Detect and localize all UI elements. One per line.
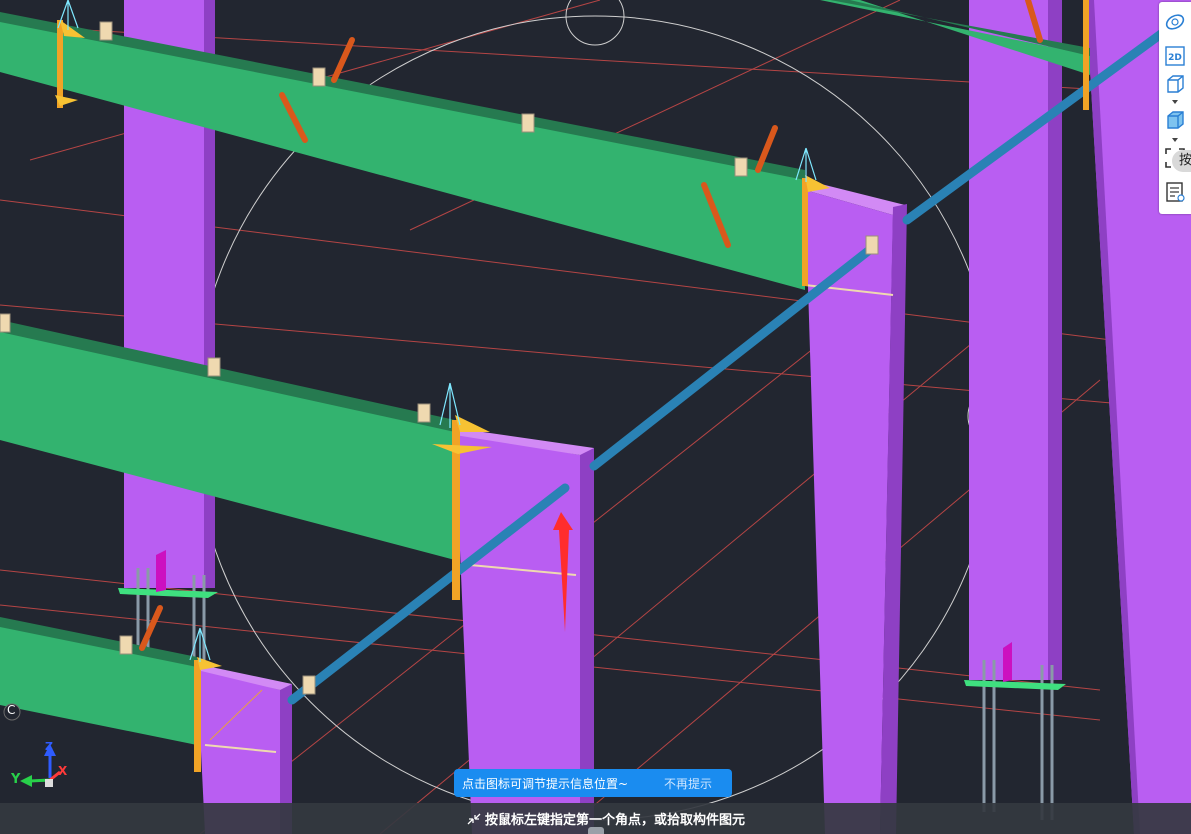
axis-z-label: Z [45, 740, 53, 753]
command-prompt: 按鼠标左键指定第一个角点，或拾取构件图元 [466, 809, 745, 828]
shaded-cube-icon[interactable] [1163, 108, 1187, 132]
model-scene[interactable] [0, 0, 1191, 834]
command-prompt-text: 按鼠标左键指定第一个角点，或拾取构件图元 [485, 813, 746, 828]
rafter-middle[interactable] [0, 320, 455, 560]
svg-text:2D: 2D [1168, 53, 1182, 63]
properties-icon[interactable] [1163, 180, 1187, 204]
collapse-arrows-icon[interactable] [466, 812, 482, 826]
tip-message: 点击图标可调节提示信息位置~ [462, 777, 629, 791]
axis-y-label: Y [11, 772, 21, 787]
3d-viewport[interactable]: Z Y X C 2D 按 点击图标可调节提示信息位置~ 不再提示 按鼠标左键指定… [0, 0, 1191, 834]
chevron-down-icon[interactable] [1170, 98, 1180, 106]
orbit-icon[interactable] [1163, 10, 1187, 34]
tip-banner[interactable]: 点击图标可调节提示信息位置~ 不再提示 [454, 769, 732, 797]
view-toolbar: 2D [1159, 2, 1191, 214]
axis-x-label: X [58, 764, 68, 778]
view-corner-label[interactable]: C [7, 703, 15, 717]
dismiss-tip-link[interactable]: 不再提示 [664, 775, 712, 792]
rafter-bottom[interactable] [0, 617, 197, 745]
view-2d-icon[interactable]: 2D [1163, 44, 1187, 68]
column-back-right[interactable] [964, 0, 1066, 820]
wireframe-cube-icon[interactable] [1163, 72, 1187, 96]
command-bar-handle[interactable] [588, 827, 604, 834]
toolbar-tooltip: 按 [1172, 150, 1191, 172]
chevron-down-icon[interactable] [1170, 136, 1180, 144]
